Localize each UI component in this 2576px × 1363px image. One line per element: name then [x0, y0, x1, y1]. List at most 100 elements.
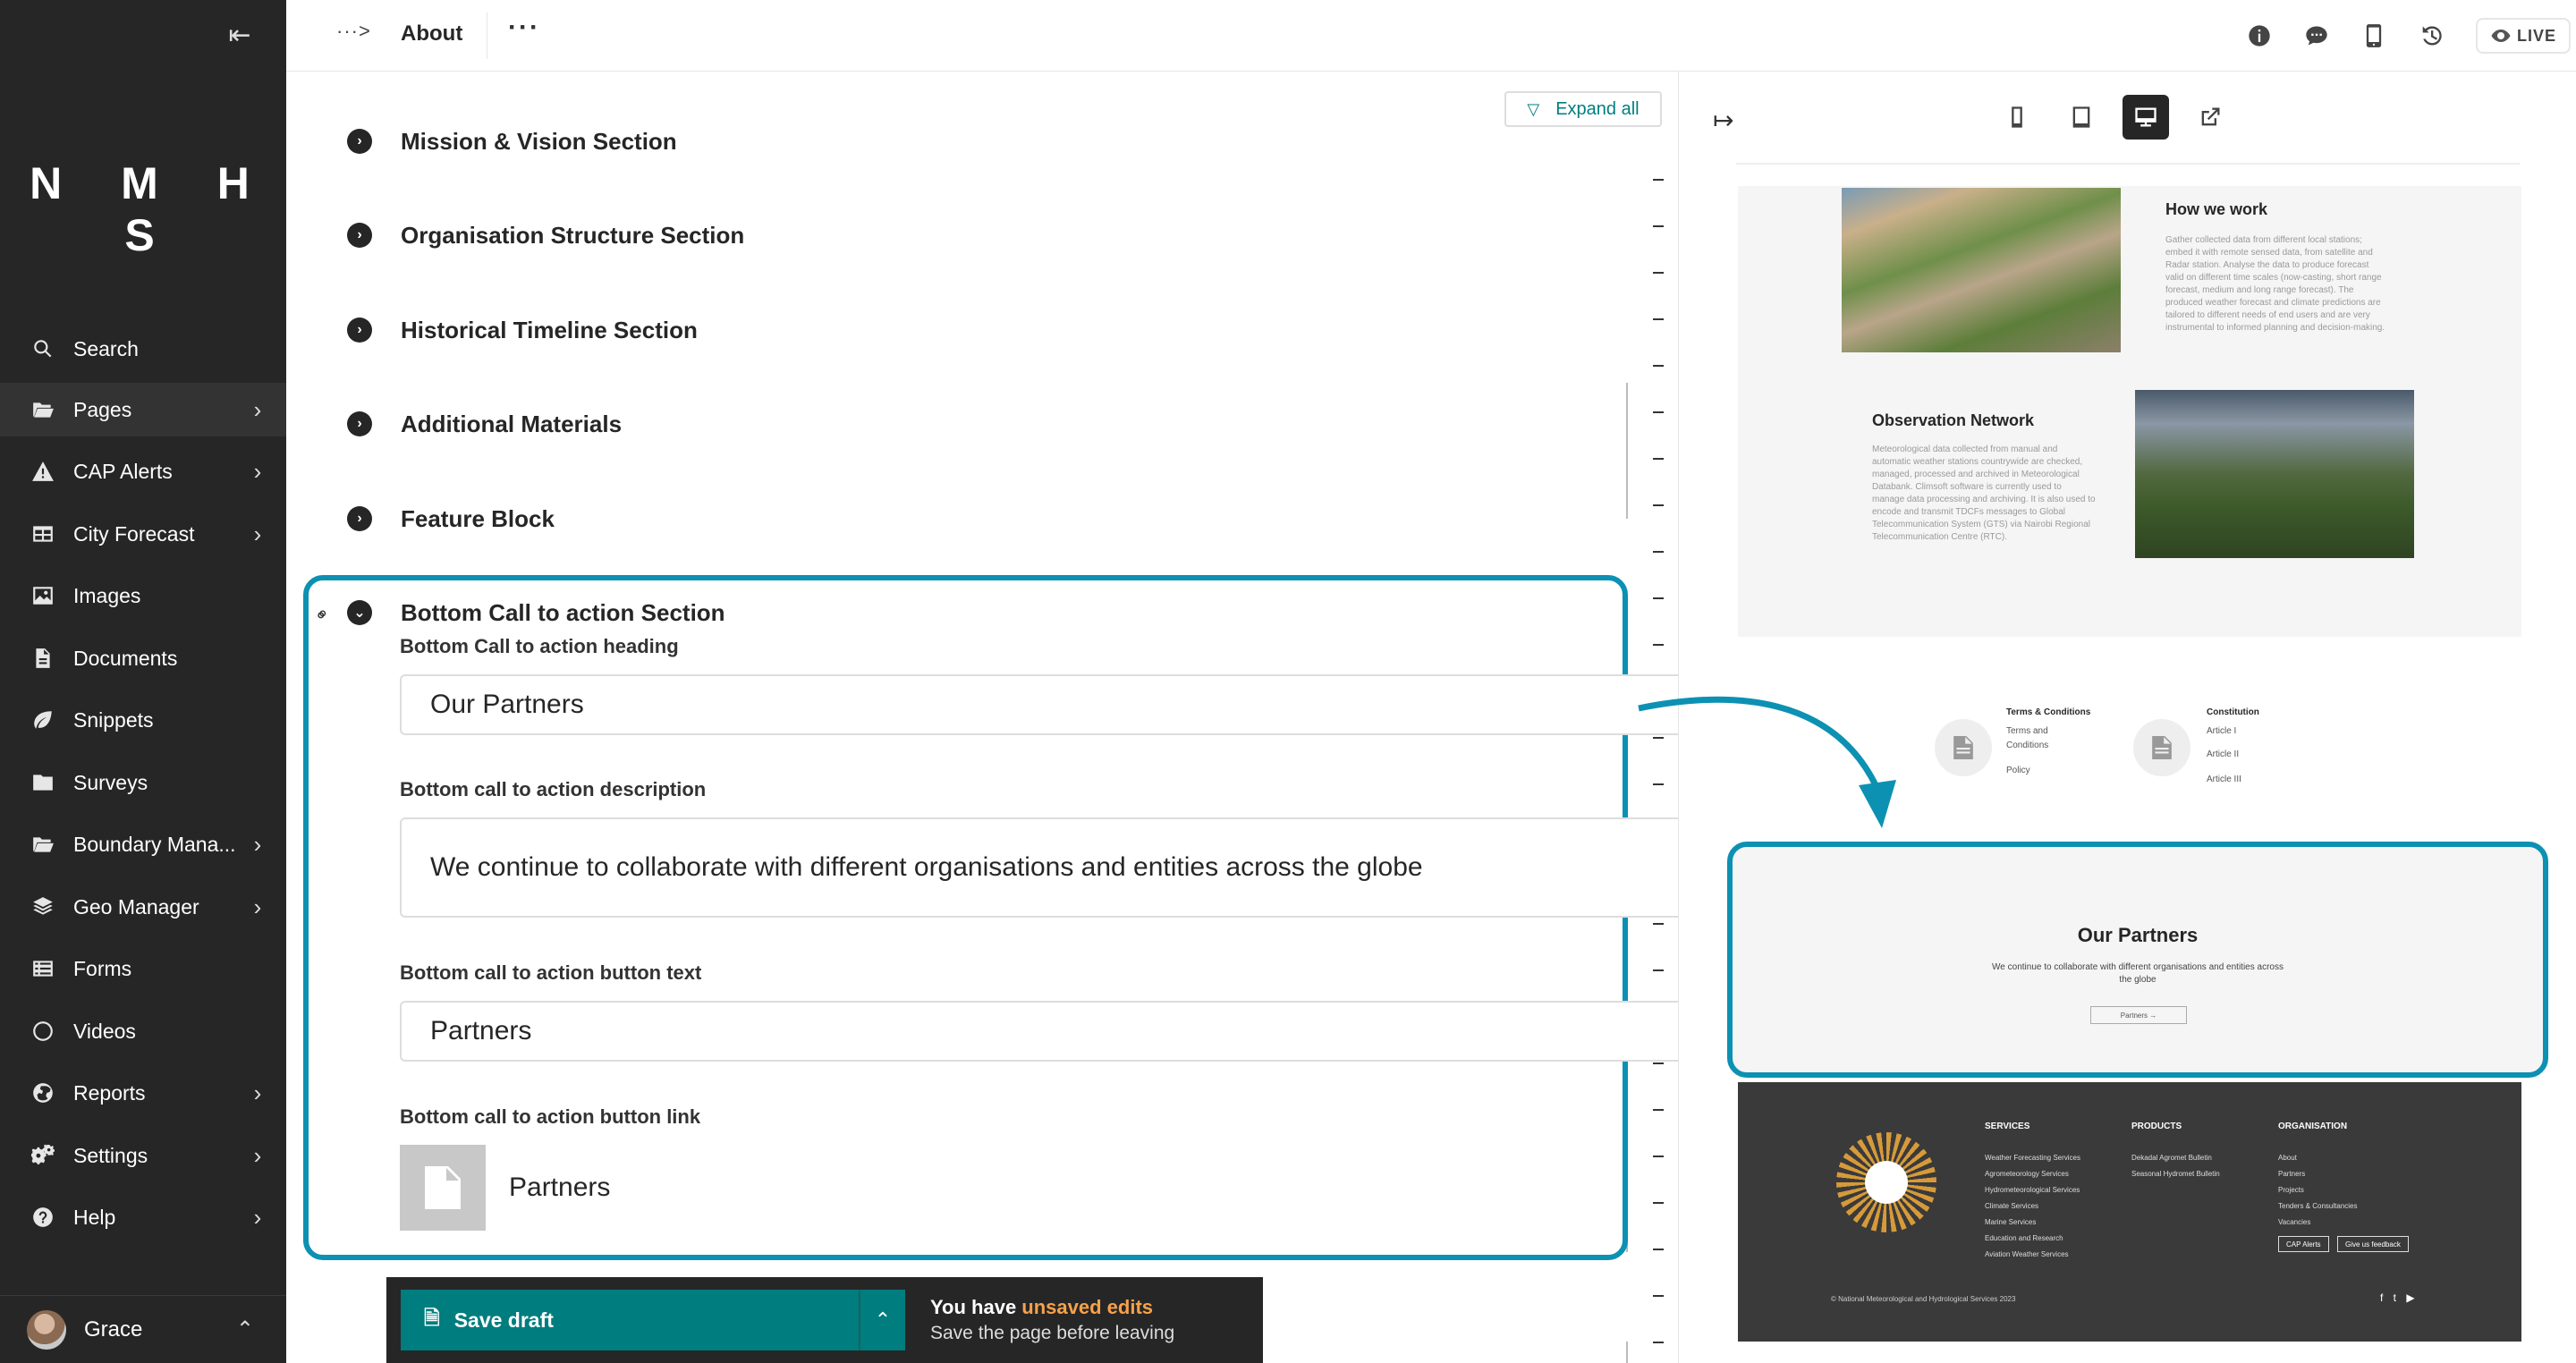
sidebar-item-settings[interactable]: Settings › — [0, 1129, 286, 1182]
document-icon — [2133, 719, 2190, 776]
preview-cta-button[interactable]: Partners → — [2090, 1006, 2187, 1024]
desktop-icon — [2135, 107, 2157, 127]
folder-icon — [29, 768, 57, 797]
expand-all-button[interactable]: ▽ Expand all — [1504, 91, 1662, 127]
sidebar-item-videos[interactable]: Videos — [0, 1004, 286, 1058]
footer-link[interactable]: Hydrometeorological Services — [1985, 1182, 2080, 1198]
preview-download-link[interactable]: Article I — [2207, 724, 2236, 739]
history-icon[interactable] — [2415, 20, 2447, 52]
cta-heading-input[interactable]: Our Partners — [400, 674, 1711, 735]
minimap-dash — [1653, 365, 1664, 367]
chevron-right-icon: › — [347, 317, 372, 343]
more-actions-button[interactable]: ··· — [508, 13, 540, 43]
minimap[interactable] — [1626, 179, 1671, 1363]
live-status-badge[interactable]: LIVE — [2476, 18, 2572, 54]
footer-link[interactable]: Agrometeorology Services — [1985, 1166, 2080, 1182]
footer-link[interactable]: Partners — [2278, 1166, 2358, 1182]
footer-link[interactable]: Dekadal Agromet Bulletin — [2131, 1150, 2220, 1166]
preview-download-link[interactable]: Article III — [2207, 773, 2241, 787]
tablet-size-button[interactable] — [2058, 95, 2105, 140]
sidebar-item-images[interactable]: Images — [0, 569, 286, 622]
section-mission-vision[interactable]: › Mission & Vision Section — [347, 123, 677, 159]
site-logo[interactable]: N M H S — [0, 157, 286, 261]
section-historical-timeline[interactable]: › Historical Timeline Section — [347, 312, 698, 348]
footer-link[interactable]: Projects — [2278, 1182, 2358, 1198]
minimap-dash — [1653, 1295, 1664, 1297]
sidebar-item-boundary-manager[interactable]: Boundary Mana... › — [0, 817, 286, 871]
section-bottom-cta[interactable]: ⌄ Bottom Call to action Section — [347, 595, 725, 631]
footer-feedback-button[interactable]: Give us feedback — [2337, 1236, 2409, 1252]
sidebar-item-forms[interactable]: Forms — [0, 942, 286, 995]
cta-description-label: Bottom call to action description — [400, 778, 707, 800]
section-feature-block[interactable]: › Feature Block — [347, 501, 555, 537]
footer-link[interactable]: Marine Services — [1985, 1215, 2080, 1231]
tablet-icon — [2072, 106, 2090, 128]
sidebar-item-snippets[interactable]: Snippets — [0, 693, 286, 747]
preview-cta-block: Our Partners We continue to collaborate … — [1727, 842, 2548, 1078]
chevron-right-icon: › — [253, 1079, 262, 1106]
sidebar-item-reports[interactable]: Reports › — [0, 1066, 286, 1120]
chevron-right-icon: › — [347, 223, 372, 248]
cta-description-input[interactable]: We continue to collaborate with differen… — [400, 817, 1711, 918]
footer-link[interactable]: About — [2278, 1150, 2358, 1166]
chevron-right-icon: › — [253, 1203, 262, 1231]
open-new-tab-button[interactable] — [2187, 95, 2233, 140]
status-sub: Save the page before leaving — [930, 1323, 1175, 1343]
document-thumbnail — [400, 1145, 486, 1231]
chevron-right-icon: › — [253, 893, 262, 920]
cta-button-link-chooser[interactable]: Partners — [400, 1145, 610, 1231]
sidebar-item-help[interactable]: Help › — [0, 1190, 286, 1244]
image-icon — [29, 581, 57, 610]
minimap-dash — [1653, 783, 1664, 785]
sidebar-item-label: City Forecast — [73, 521, 195, 546]
mobile-size-button[interactable] — [1994, 95, 2040, 140]
social-icons[interactable]: f t ▶ — [2380, 1291, 2419, 1304]
footer-link[interactable]: Seasonal Hydromet Bulletin — [2131, 1166, 2220, 1182]
sidebar-item-pages[interactable]: Pages › — [0, 383, 286, 436]
expand-all-label: Expand all — [1555, 98, 1640, 119]
eye-icon — [2491, 30, 2511, 42]
sidebar-item-documents[interactable]: Documents — [0, 631, 286, 685]
collapse-sidebar-button[interactable]: ⇤ — [222, 20, 258, 52]
collapse-preview-icon[interactable]: ↦ — [1713, 106, 1733, 135]
sun-logo-icon — [1836, 1132, 1936, 1232]
footer-products-list: Dekadal Agromet Bulletin Seasonal Hydrom… — [2131, 1150, 2220, 1182]
footer-link[interactable]: Aviation Weather Services — [1985, 1247, 2080, 1263]
footer-link[interactable]: Climate Services — [1985, 1198, 2080, 1215]
chevron-right-icon: › — [253, 520, 262, 547]
cta-button-text-input[interactable]: Partners — [400, 1001, 1711, 1062]
save-more-actions-button[interactable]: ⌃ — [859, 1290, 905, 1350]
footer-link[interactable]: Vacancies — [2278, 1215, 2358, 1231]
preview-download-link[interactable]: Article II — [2207, 748, 2239, 762]
sidebar-item-search[interactable]: Search — [0, 322, 286, 376]
save-bar: 🗎 Save draft ⌃ You have unsaved edits Sa… — [386, 1277, 1263, 1363]
footer-link[interactable]: Education and Research — [1985, 1231, 2080, 1247]
account-menu[interactable]: Grace ⌃ — [0, 1295, 286, 1363]
footer-services-title: SERVICES — [1985, 1122, 2030, 1131]
sidebar-item-cap-alerts[interactable]: CAP Alerts › — [0, 444, 286, 498]
sidebar-item-city-forecast[interactable]: City Forecast › — [0, 507, 286, 561]
comment-icon[interactable] — [2301, 20, 2333, 52]
sidebar-item-surveys[interactable]: Surveys — [0, 756, 286, 809]
sidebar-item-geo-manager[interactable]: Geo Manager › — [0, 880, 286, 934]
footer-cap-alerts-button[interactable]: CAP Alerts — [2278, 1236, 2329, 1252]
preview-how-we-work-title: How we work — [2165, 200, 2268, 218]
minimap-dash — [1653, 923, 1664, 925]
info-icon[interactable] — [2243, 20, 2275, 52]
save-draft-button[interactable]: 🗎 Save draft — [401, 1290, 859, 1350]
chevron-up-icon: ⌃ — [235, 1317, 254, 1342]
section-organisation-structure[interactable]: › Organisation Structure Section — [347, 217, 744, 253]
section-additional-materials[interactable]: › Additional Materials — [347, 406, 622, 442]
preview-download-link[interactable]: Terms and Conditions — [2006, 724, 2078, 753]
section-title: Additional Materials — [401, 410, 623, 437]
footer-link[interactable]: Tenders & Consultancies — [2278, 1198, 2358, 1215]
sidebar-item-label: Reports — [73, 1080, 146, 1105]
breadcrumb-toggle[interactable]: ···> — [336, 20, 371, 43]
sidebar-item-label: Images — [73, 583, 141, 607]
preview-footer: SERVICES Weather Forecasting Services Ag… — [1738, 1082, 2521, 1342]
cta-button-link-label: Bottom call to action button link — [400, 1105, 701, 1128]
desktop-size-button[interactable] — [2123, 95, 2169, 140]
preview-download-link[interactable]: Policy — [2006, 764, 2030, 778]
footer-link[interactable]: Weather Forecasting Services — [1985, 1150, 2080, 1166]
mobile-preview-icon[interactable] — [2358, 20, 2390, 52]
